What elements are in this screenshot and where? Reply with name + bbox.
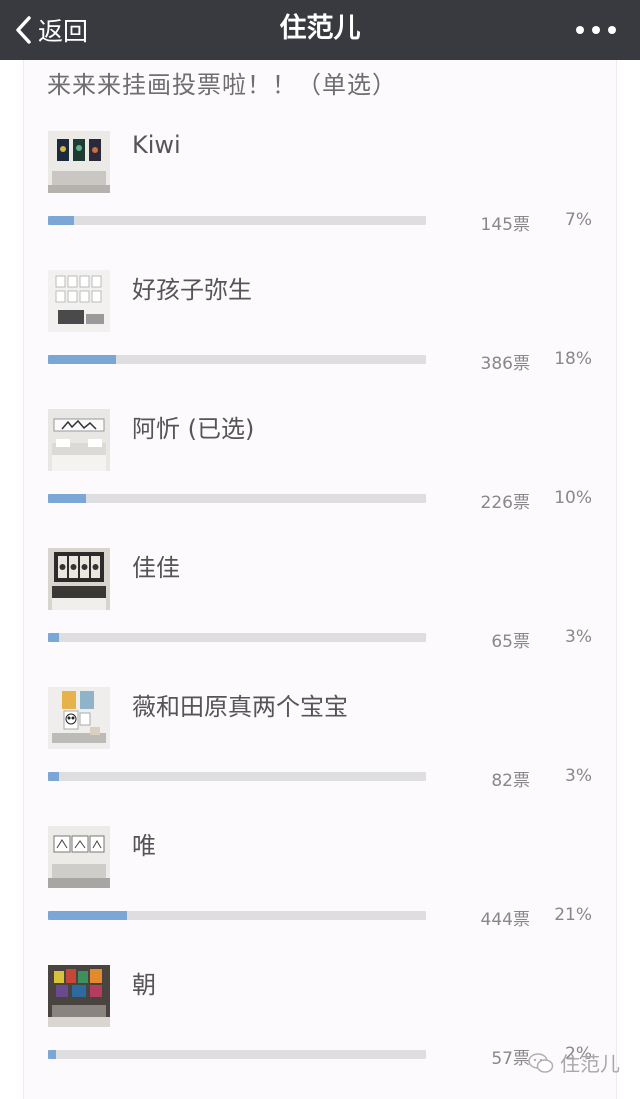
option-label: 好孩子弥生 bbox=[132, 276, 252, 304]
poll-option[interactable]: 朝 57票 2% bbox=[24, 965, 618, 1099]
vote-count: 386票 bbox=[480, 354, 530, 374]
back-button[interactable]: 返回 bbox=[14, 0, 88, 60]
vote-count: 57票 bbox=[491, 1049, 530, 1069]
vote-progress-bar bbox=[48, 772, 426, 781]
option-label: Kiwi bbox=[132, 131, 181, 159]
vote-progress-fill bbox=[48, 633, 60, 642]
vote-percent: 18% bbox=[554, 349, 592, 369]
wechat-icon bbox=[528, 1052, 554, 1073]
poll-question: 来来来挂画投票啦！！（单选） bbox=[47, 71, 397, 99]
wall-art-bedroom-thumbnail bbox=[48, 409, 110, 471]
poll-option[interactable]: Kiwi 145票 7% bbox=[24, 131, 618, 270]
vote-percent: 3% bbox=[565, 627, 592, 647]
vote-progress-bar bbox=[48, 355, 426, 364]
wall-art-sketch-frames-thumbnail bbox=[48, 826, 110, 888]
option-label: 朝 bbox=[132, 971, 156, 999]
option-label: 唯 bbox=[132, 832, 156, 860]
vote-progress-bar bbox=[48, 494, 426, 503]
watermark: 住范儿 bbox=[528, 1048, 620, 1077]
watermark-text: 住范儿 bbox=[560, 1052, 620, 1076]
vote-progress-fill bbox=[48, 355, 117, 364]
vote-progress-bar bbox=[48, 216, 426, 225]
vote-progress-bar bbox=[48, 1050, 426, 1059]
more-dot-icon bbox=[592, 26, 600, 34]
wall-art-moon-panels-thumbnail bbox=[48, 548, 110, 610]
more-options-button[interactable] bbox=[576, 18, 616, 42]
vote-percent: 3% bbox=[565, 766, 592, 786]
vote-count: 444票 bbox=[480, 910, 530, 930]
chevron-left-icon bbox=[16, 16, 31, 44]
option-label: 阿忻 (已选) bbox=[132, 415, 255, 443]
vote-progress-fill bbox=[48, 216, 75, 225]
poll-option[interactable]: 阿忻 (已选) 226票 10% bbox=[24, 409, 618, 548]
page-title: 住范儿 bbox=[279, 13, 361, 44]
vote-count: 82票 bbox=[491, 771, 530, 791]
poll-option[interactable]: 佳佳 65票 3% bbox=[24, 548, 618, 687]
vote-progress-bar bbox=[48, 633, 426, 642]
more-dot-icon bbox=[576, 26, 584, 34]
option-label: 佳佳 bbox=[132, 554, 180, 582]
vote-percent: 10% bbox=[554, 488, 592, 508]
poll-option[interactable]: 薇和田原真两个宝宝 82票 3% bbox=[24, 687, 618, 826]
wall-art-grid-thumbnail bbox=[48, 270, 110, 332]
poll-card: 来来来挂画投票啦！！（单选） Kiwi 145票 7% 好孩子弥生 386票 1… bbox=[23, 60, 617, 1099]
poll-option[interactable]: 好孩子弥生 386票 18% bbox=[24, 270, 618, 409]
vote-percent: 7% bbox=[565, 210, 592, 230]
vote-progress-fill bbox=[48, 911, 128, 920]
back-label: 返回 bbox=[38, 17, 89, 46]
wall-art-three-panels-thumbnail bbox=[48, 131, 110, 193]
vote-progress-bar bbox=[48, 911, 426, 920]
navbar: 返回 住范儿 bbox=[0, 0, 640, 60]
wall-art-panda-prints-thumbnail bbox=[48, 687, 110, 749]
vote-count: 65票 bbox=[491, 632, 530, 652]
option-label: 薇和田原真两个宝宝 bbox=[132, 693, 348, 721]
more-dot-icon bbox=[608, 26, 616, 34]
poll-option[interactable]: 唯 444票 21% bbox=[24, 826, 618, 965]
vote-progress-fill bbox=[48, 494, 86, 503]
vote-percent: 21% bbox=[554, 905, 592, 925]
wall-art-colorful-frames-thumbnail bbox=[48, 965, 110, 1027]
vote-count: 226票 bbox=[480, 493, 530, 513]
vote-progress-fill bbox=[48, 1050, 56, 1059]
vote-progress-fill bbox=[48, 772, 60, 781]
vote-count: 145票 bbox=[480, 215, 530, 235]
